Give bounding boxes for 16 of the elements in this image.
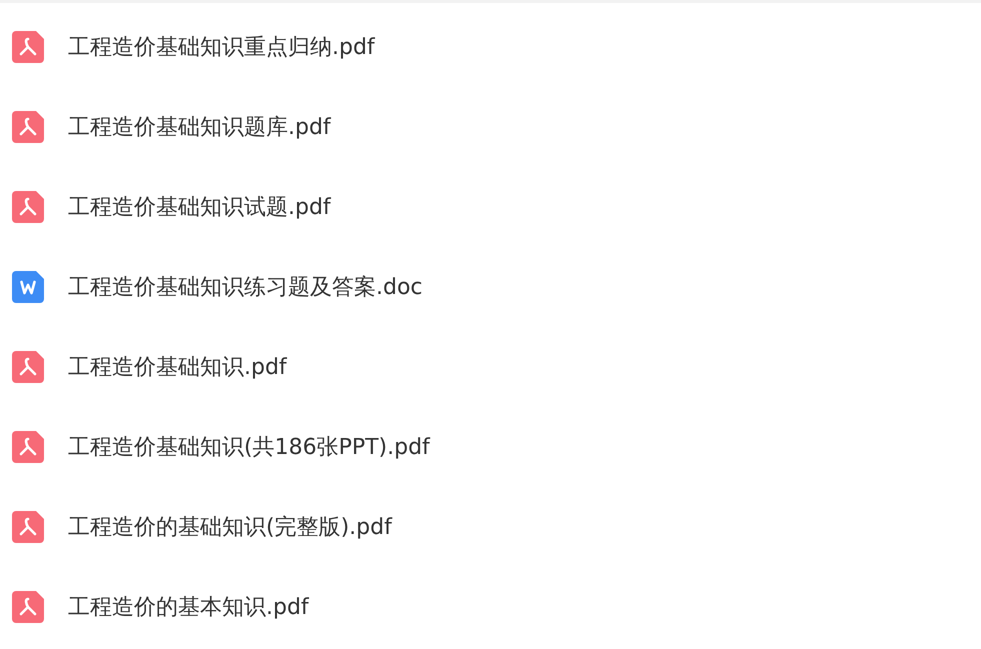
file-name-link[interactable]: 工程造价基础知识重点归纳.pdf (68, 32, 375, 62)
word-file-icon (12, 271, 44, 303)
pdf-file-icon (12, 191, 44, 223)
file-name-link[interactable]: 工程造价基础知识(共186张PPT).pdf (68, 432, 430, 462)
pdf-file-icon (12, 31, 44, 63)
file-name-link[interactable]: 工程造价基础知识题库.pdf (68, 112, 331, 142)
pdf-file-icon (12, 431, 44, 463)
pdf-file-icon (12, 511, 44, 543)
pdf-file-icon (12, 351, 44, 383)
pdf-file-icon (12, 591, 44, 623)
file-name-link[interactable]: 工程造价基础知识练习题及答案.doc (68, 272, 423, 302)
file-name-link[interactable]: 工程造价基础知识试题.pdf (68, 192, 331, 222)
file-name-link[interactable]: 工程造价的基本知识.pdf (68, 592, 309, 622)
file-name-link[interactable]: 工程造价的基础知识(完整版).pdf (68, 512, 392, 542)
file-name-link[interactable]: 工程造价基础知识.pdf (68, 352, 287, 382)
pdf-file-icon (12, 111, 44, 143)
